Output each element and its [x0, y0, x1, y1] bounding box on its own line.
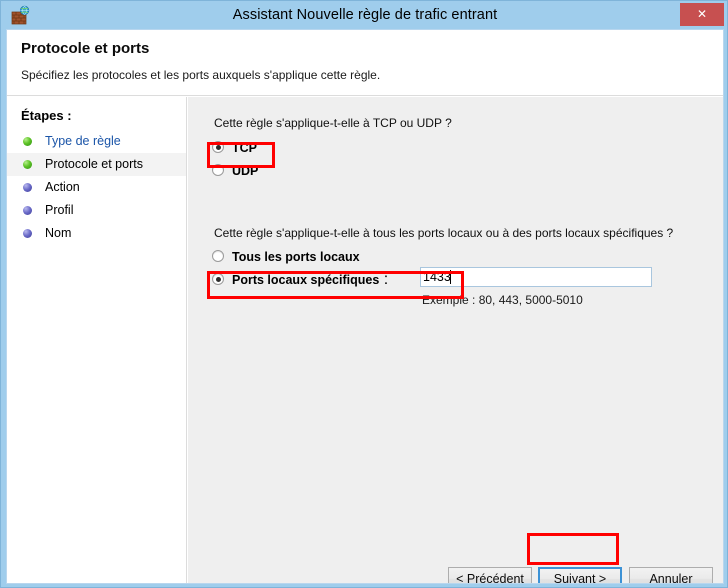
window-title: Assistant Nouvelle règle de trafic entra…	[232, 7, 498, 23]
next-label-pre: Sui	[553, 572, 572, 584]
radio-indicator-icon	[212, 250, 224, 262]
step-bullet-icon	[23, 183, 32, 192]
sidebar-item-label: Type de règle	[45, 134, 121, 148]
steps-list: Type de règle Protocole et ports Action …	[7, 130, 186, 245]
previous-button[interactable]: < Précédent	[448, 567, 532, 584]
page-subtitle: Spécifiez les protocoles et les ports au…	[21, 68, 381, 82]
radio-specific-ports-colon: :	[379, 271, 389, 288]
wizard-window: Assistant Nouvelle règle de trafic entra…	[0, 0, 728, 588]
page-header: Protocole et ports Spécifiez les protoco…	[7, 30, 723, 96]
ports-input[interactable]	[420, 267, 652, 287]
wizard-client-area: Protocole et ports Spécifiez les protoco…	[6, 29, 724, 584]
radio-indicator-icon	[212, 164, 224, 176]
close-icon: ✕	[696, 7, 708, 21]
previous-label: Précédent	[463, 572, 524, 584]
steps-heading: Étapes :	[21, 108, 72, 123]
sidebar-item-action[interactable]: Action	[7, 176, 186, 199]
sidebar-item-label: Protocole et ports	[45, 157, 143, 171]
radio-specific-ports-label: Ports locaux spécifiques	[232, 273, 380, 287]
sidebar-item-profil[interactable]: Profil	[7, 199, 186, 222]
steps-sidebar: Étapes : Type de règle Protocole et port…	[7, 97, 187, 583]
step-bullet-icon	[23, 229, 32, 238]
radio-udp-label: UDP	[232, 164, 259, 178]
step-bullet-icon	[23, 137, 32, 146]
step-bullet-icon	[23, 206, 32, 215]
sidebar-item-label: Profil	[45, 203, 74, 217]
sidebar-item-label: Nom	[45, 226, 72, 240]
protocol-question: Cette règle s'applique-t-elle à TCP ou U…	[214, 116, 452, 130]
next-button[interactable]: Suivant >	[538, 567, 622, 584]
radio-indicator-icon	[212, 141, 224, 153]
close-button[interactable]: ✕	[680, 3, 724, 26]
radio-tous-les-ports-locaux[interactable]: Tous les ports locaux	[212, 247, 360, 266]
radio-ports-locaux-specifiques[interactable]: Ports locaux spécifiques :	[212, 270, 388, 289]
sidebar-item-protocole-et-ports[interactable]: Protocole et ports	[7, 153, 186, 176]
next-label-rest: ant >	[578, 572, 607, 584]
radio-tcp-label: TCP	[232, 141, 257, 155]
page-title: Protocole et ports	[21, 40, 150, 57]
ports-question: Cette règle s'applique-t-elle à tous les…	[214, 226, 674, 240]
radio-udp[interactable]: UDP	[212, 161, 258, 180]
sidebar-item-nom[interactable]: Nom	[7, 222, 186, 245]
radio-all-ports-label: Tous les ports locaux	[232, 250, 360, 264]
sidebar-item-type-de-regle[interactable]: Type de règle	[7, 130, 186, 153]
radio-tcp[interactable]: TCP	[212, 138, 257, 157]
title-bar: Assistant Nouvelle règle de trafic entra…	[1, 1, 727, 29]
cancel-button[interactable]: Annuler	[629, 567, 713, 583]
text-caret	[450, 270, 451, 284]
step-bullet-icon	[23, 160, 32, 169]
sidebar-item-label: Action	[45, 180, 80, 194]
ports-example-hint: Exemple : 80, 443, 5000-5010	[422, 293, 583, 307]
main-content: Cette règle s'applique-t-elle à TCP ou U…	[188, 97, 723, 584]
radio-indicator-icon	[212, 273, 224, 285]
